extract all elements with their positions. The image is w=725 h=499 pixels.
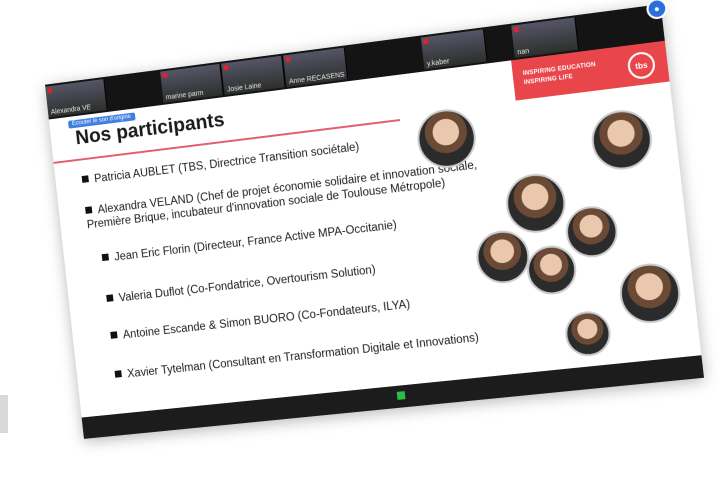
mic-muted-icon [513, 27, 519, 33]
slide-screenshot: Alexandra VE marine parm Josie Laine Ann… [45, 4, 704, 439]
video-tile[interactable]: marine parm [160, 64, 224, 103]
participant-item: Jean Eric Florin (Directeur, France Acti… [101, 218, 397, 266]
avatar-photo [474, 228, 533, 286]
avatar-photo [563, 204, 620, 260]
mic-muted-icon [285, 57, 290, 63]
background-edge [0, 395, 8, 433]
avatar-photo [503, 171, 569, 236]
mic-muted-icon [223, 65, 228, 71]
video-tile[interactable]: nan [511, 17, 579, 58]
bullet-icon [85, 207, 92, 215]
mic-muted-icon [47, 88, 52, 93]
participant-item: Xavier Tytelman (Consultant en Transform… [114, 331, 479, 383]
avatar-photo [589, 107, 656, 173]
avatar-photo [617, 260, 684, 325]
video-tile[interactable]: Josie Laine [221, 56, 285, 95]
participant-item: Valeria Duflot (Co-Fondatrice, Overtouri… [106, 263, 376, 307]
bullet-icon [82, 176, 89, 184]
tbs-logo: tbs [626, 50, 656, 80]
bullet-icon [102, 254, 109, 262]
video-tile[interactable]: Anne RECASENS [283, 47, 348, 87]
video-tile[interactable]: Alexandra VE [45, 79, 107, 118]
participant-name: nan [517, 48, 530, 57]
share-screen-icon[interactable] [396, 391, 405, 400]
microphone-icon: ● [653, 3, 660, 14]
participant-name: y.kaber [427, 58, 450, 68]
bullet-icon [110, 332, 117, 340]
participant-name: Anne RECASENS [289, 72, 345, 86]
bullet-icon [106, 295, 113, 303]
participant-name: Alexandra VE [51, 104, 92, 116]
mic-muted-icon [162, 73, 167, 78]
participant-name: Josie Laine [227, 82, 262, 93]
avatar-photo [524, 243, 578, 297]
avatar-photo [563, 309, 613, 358]
bullet-icon [115, 371, 122, 379]
participant-name: marine parm [166, 90, 204, 102]
video-tile[interactable]: y.kaber [421, 29, 488, 69]
participant-item: Antoine Escande & Simon BUORO (Co-Fondat… [110, 298, 411, 344]
mic-muted-icon [423, 39, 429, 45]
